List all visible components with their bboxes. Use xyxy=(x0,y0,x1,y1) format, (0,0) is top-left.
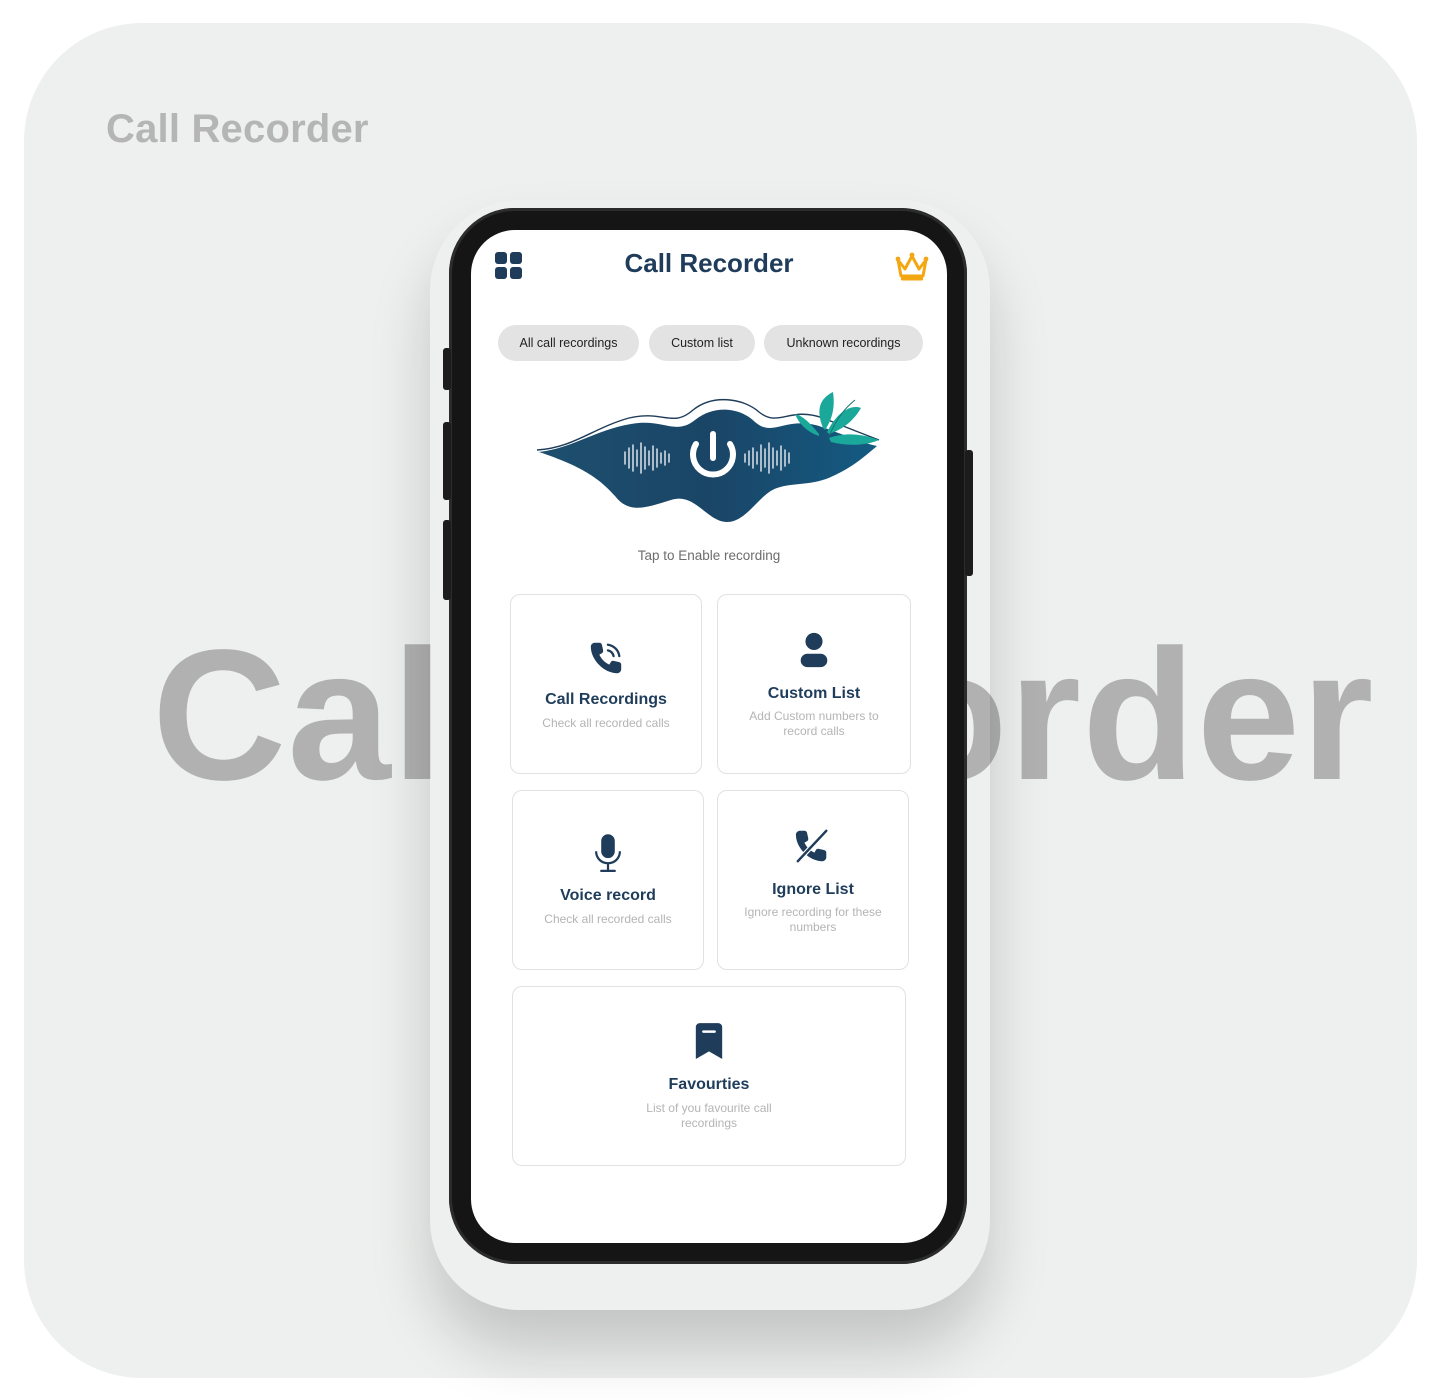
corner-title: Call Recorder xyxy=(106,107,369,151)
record-hint: Tap to Enable recording xyxy=(637,548,781,563)
card-ignore-list[interactable]: Ignore List Ignore recording for these n… xyxy=(717,790,909,970)
card-description: Ignore recording for these numbers xyxy=(744,905,882,934)
power-button xyxy=(965,450,973,576)
phone-blocked-icon xyxy=(795,828,829,864)
tab-all-call-recordings[interactable]: All call recordings xyxy=(498,325,639,361)
card-description: Check all recorded calls xyxy=(544,912,672,926)
tab-custom-list[interactable]: Custom list xyxy=(649,325,755,361)
card-favourites[interactable]: Favourties List of you favourite call re… xyxy=(512,986,906,1166)
volume-down-button xyxy=(443,520,451,600)
app-title: Call Recorder xyxy=(624,248,794,278)
user-icon xyxy=(800,632,828,668)
card-description: List of you favourite call recordings xyxy=(646,1101,772,1130)
bookmark-icon xyxy=(695,1023,723,1059)
card-title: Voice record xyxy=(560,887,656,904)
card-description: Check all recorded calls xyxy=(542,716,670,730)
phone-ringing-icon xyxy=(590,642,622,674)
card-title: Call Recordings xyxy=(545,691,667,708)
card-title: Ignore List xyxy=(772,881,854,898)
card-voice-record[interactable]: Voice record Check all recorded calls xyxy=(512,790,704,970)
crown-icon[interactable] xyxy=(895,252,929,282)
card-description: Add Custom numbers to record calls xyxy=(749,709,879,738)
microphone-icon xyxy=(594,834,622,872)
card-title: Favourties xyxy=(668,1076,750,1093)
record-toggle[interactable] xyxy=(533,388,893,528)
mute-switch xyxy=(443,348,451,390)
volume-up-button xyxy=(443,422,451,500)
card-custom-list[interactable]: Custom List Add Custom numbers to record… xyxy=(717,594,911,774)
app-screen: Call Recorder All call recordings Custom… xyxy=(471,230,947,1243)
card-call-recordings[interactable]: Call Recordings Check all recorded calls xyxy=(510,594,702,774)
card-title: Custom List xyxy=(767,685,861,702)
tab-unknown-recordings[interactable]: Unknown recordings xyxy=(764,325,923,361)
